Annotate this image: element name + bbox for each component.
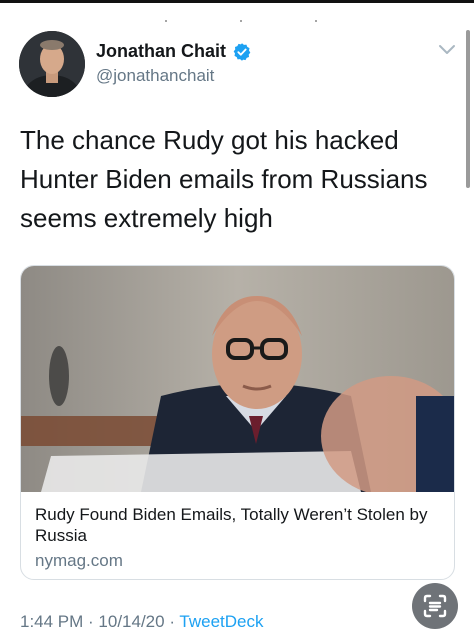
tweet-source-link[interactable]: TweetDeck (179, 612, 263, 631)
tweet-time[interactable]: 1:44 PM (20, 612, 83, 631)
avatar[interactable] (19, 31, 85, 97)
card-image (21, 266, 454, 492)
scan-text-icon (423, 594, 447, 618)
status-dot (315, 20, 317, 22)
card-body: Rudy Found Biden Emails, Totally Weren’t… (35, 504, 440, 571)
author-handle[interactable]: @jonathanchait (96, 66, 214, 86)
meta-separator: · (164, 612, 180, 631)
card-title[interactable]: Rudy Found Biden Emails, Totally Weren’t… (35, 504, 440, 546)
tweet-text: The chance Rudy got his hacked Hunter Bi… (20, 125, 428, 233)
link-card[interactable]: Rudy Found Biden Emails, Totally Weren’t… (20, 265, 455, 580)
card-domain: nymag.com (35, 551, 123, 570)
meta-separator: · (83, 612, 99, 631)
top-edge-line (0, 0, 474, 3)
status-dot (165, 20, 167, 22)
scan-button[interactable] (412, 583, 458, 629)
status-dot (240, 20, 242, 22)
verified-badge-icon (233, 42, 251, 61)
author-row: Jonathan Chait (96, 41, 252, 62)
tweet-meta: 1:44 PM · 10/14/20 · TweetDeck (20, 612, 264, 632)
author-name[interactable]: Jonathan Chait (96, 41, 226, 62)
chevron-down-icon[interactable] (438, 42, 456, 56)
scrollbar[interactable] (466, 30, 470, 188)
tweet-date[interactable]: 10/14/20 (98, 612, 164, 631)
avatar-photo-icon (19, 31, 85, 97)
